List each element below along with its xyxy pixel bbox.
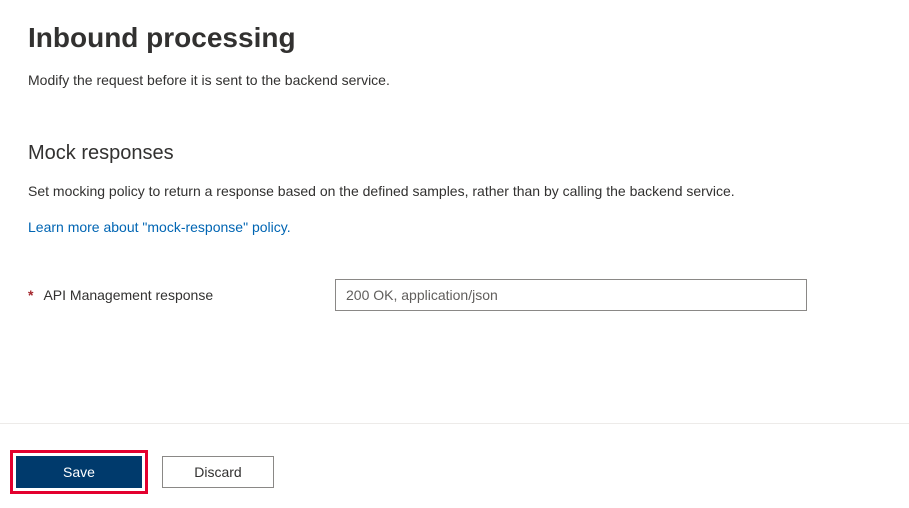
mock-responses-heading: Mock responses xyxy=(28,142,881,165)
api-management-response-select[interactable] xyxy=(335,279,807,311)
action-bar: Save Discard xyxy=(10,450,274,494)
save-highlight: Save xyxy=(10,450,148,494)
field-label-cell: * API Management response xyxy=(28,287,335,303)
learn-more-link[interactable]: Learn more about "mock-response" policy. xyxy=(28,219,291,235)
footer-divider xyxy=(0,423,909,424)
save-button[interactable]: Save xyxy=(16,456,142,488)
discard-button[interactable]: Discard xyxy=(162,456,274,488)
page-subtitle: Modify the request before it is sent to … xyxy=(28,72,881,88)
required-indicator: * xyxy=(28,287,33,303)
mock-responses-description: Set mocking policy to return a response … xyxy=(28,183,881,199)
page-title: Inbound processing xyxy=(28,22,881,54)
api-management-response-label: API Management response xyxy=(43,287,213,303)
api-management-response-row: * API Management response xyxy=(28,279,881,311)
